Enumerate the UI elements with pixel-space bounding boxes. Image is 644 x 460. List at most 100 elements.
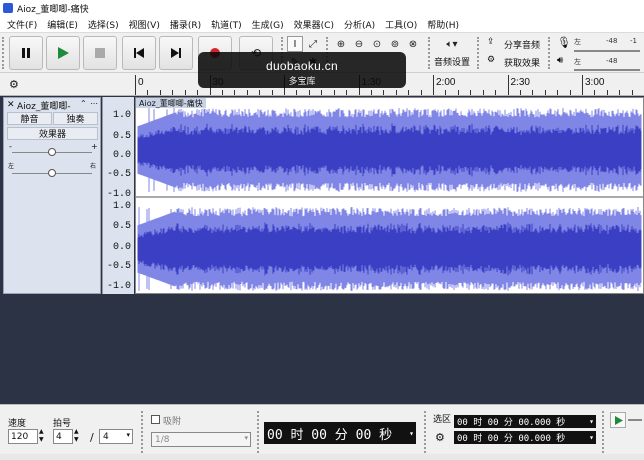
get-effects-button[interactable]: 获取效果	[504, 56, 540, 69]
meter-label: 拍号	[53, 419, 72, 429]
menu-select[interactable]: 选择(S)	[83, 18, 124, 31]
zoom-in-button[interactable]: ⊕	[333, 36, 349, 52]
selection-end-time[interactable]: 00 时 00 分 00.000 秒 ▾	[454, 431, 596, 444]
selection-start-time[interactable]: 00 时 00 分 00.000 秒 ▾	[454, 415, 596, 428]
ruler-major-tick	[433, 75, 434, 95]
audio-setup-label[interactable]: 音频设置	[434, 55, 470, 68]
record-meter-left-label: 左	[574, 38, 581, 46]
ruler-minor-tick	[172, 90, 174, 95]
zoom-in-icon: ⊕	[336, 38, 346, 50]
selection-toolbar: 速度 120 ▲ ▼ 拍号 4 ▲ ▼ / 4 ▾ 吸附 1/8 ▾ 00 时 00 分…	[0, 404, 644, 460]
zoom-out-button[interactable]: ⊖	[351, 36, 367, 52]
zoom-toggle-button[interactable]: ⊗	[405, 36, 421, 52]
menu-help[interactable]: 帮助(H)	[422, 18, 464, 31]
meter-denominator-select[interactable]: 4 ▾	[99, 429, 133, 444]
menu-file[interactable]: 文件(F)	[2, 18, 42, 31]
audio-setup-grip[interactable]	[428, 37, 432, 69]
play-at-speed-grip[interactable]	[602, 411, 606, 453]
waveform[interactable]	[136, 98, 643, 293]
track-effects-button[interactable]: 效果器	[7, 127, 98, 140]
envelope-tool-button[interactable]: ⤢	[305, 36, 321, 52]
ruler-major-tick	[582, 75, 583, 95]
tempo-value: 120	[11, 431, 29, 442]
watermark-text: duobaoku.cn	[265, 59, 339, 73]
toolbar-grip[interactable]	[2, 37, 6, 69]
play-at-speed-button[interactable]	[610, 412, 626, 428]
empty-track-area[interactable]	[0, 296, 644, 404]
ruler-minor-tick	[557, 90, 559, 95]
snap-select[interactable]: 1/8 ▾	[151, 432, 251, 447]
time-grip[interactable]	[257, 411, 261, 453]
play-meter-left-label: 左	[574, 58, 581, 66]
share-audio-button[interactable]: 分享音频	[504, 38, 540, 51]
tempo-stepper[interactable]: ▲ ▼	[39, 428, 44, 444]
close-track-icon[interactable]: ✕	[7, 100, 15, 110]
menu-transport[interactable]: 播录(R)	[165, 18, 206, 31]
ruler-minor-tick	[246, 90, 248, 95]
ruler-minor-tick	[631, 90, 633, 95]
skip-end-button[interactable]	[159, 36, 193, 70]
pause-icon	[22, 48, 30, 58]
stop-icon	[95, 48, 105, 58]
ruler-minor-tick	[221, 90, 223, 95]
selection-options-icon[interactable]: ⚙	[435, 431, 445, 444]
pause-button[interactable]	[9, 36, 43, 70]
scale-label: -1.0	[106, 281, 131, 292]
track-name-button[interactable]: Aioz_董唧唧-	[17, 99, 71, 112]
zoom-project-icon: ⊚	[390, 38, 400, 50]
speaker-icon: 🔈︎▾	[446, 38, 458, 50]
track-control-panel: ✕ Aioz_董唧唧- ⌃ ⋯ 静音 独奏 效果器 - + 左 右	[3, 97, 101, 294]
menu-tools[interactable]: 工具(O)	[380, 18, 422, 31]
cursor-i-icon: I	[293, 38, 297, 50]
audio-clip[interactable]: Aioz_董唧唧-痛快	[135, 97, 644, 294]
time-display[interactable]: 00 时 00 分 00 秒 ▾	[264, 422, 416, 444]
fit-selection-button[interactable]: ⊙	[369, 36, 385, 52]
play-speed-slider[interactable]	[628, 419, 642, 421]
clip-title[interactable]: Aioz_董唧唧-痛快	[136, 98, 206, 108]
gain-plus-label: +	[91, 142, 98, 151]
chevron-down-icon: ▾	[589, 433, 594, 442]
menu-edit[interactable]: 编辑(E)	[42, 18, 83, 31]
menu-generate[interactable]: 生成(G)	[247, 18, 289, 31]
vertical-scale[interactable]: 1.0 0.5 0.0 -0.5 -1.0 1.0 0.5 0.0 -0.5 -…	[102, 97, 134, 294]
timeline-options-icon[interactable]: ⚙	[9, 78, 19, 91]
record-meter-scale-1: -1	[630, 37, 637, 45]
zoom-fit-icon: ⊙	[372, 38, 382, 50]
ruler-minor-tick	[569, 90, 571, 95]
meter-grip[interactable]	[548, 37, 552, 69]
collapse-track-icon[interactable]: ⌃	[80, 99, 87, 108]
snap-value: 1/8	[155, 434, 170, 445]
track-menu-icon[interactable]: ⋯	[90, 99, 98, 108]
gain-slider-thumb[interactable]	[48, 148, 56, 156]
scale-label: -0.5	[106, 169, 131, 180]
selection-grip[interactable]	[424, 411, 428, 453]
snap-grip[interactable]	[141, 411, 145, 453]
selection-tool-button[interactable]: I	[287, 36, 303, 52]
snap-checkbox[interactable]	[151, 415, 160, 424]
fit-project-button[interactable]: ⊚	[387, 36, 403, 52]
play-meter-bar[interactable]	[574, 69, 640, 71]
tempo-input[interactable]: 120	[8, 429, 38, 444]
skip-start-button[interactable]	[122, 36, 156, 70]
audio-setup-button[interactable]: 🔈︎▾	[438, 36, 466, 52]
share-grip[interactable]	[477, 37, 481, 69]
menu-effects[interactable]: 效果器(C)	[289, 18, 339, 31]
speaker-meter-icon[interactable]: 🔊︎	[557, 55, 563, 66]
play-button[interactable]	[46, 36, 80, 70]
pan-slider-thumb[interactable]	[48, 169, 56, 177]
menu-analyze[interactable]: 分析(A)	[339, 18, 380, 31]
microphone-icon[interactable]: 🎙︎	[557, 36, 571, 49]
solo-button[interactable]: 独奏	[53, 112, 98, 125]
ruler-tick-label: 0	[138, 77, 144, 88]
ruler-minor-tick	[234, 90, 236, 95]
mute-button[interactable]: 静音	[7, 112, 52, 125]
ruler-tick-label: 3:00	[585, 77, 605, 88]
record-meter-bar[interactable]	[574, 50, 640, 52]
stop-button[interactable]	[83, 36, 117, 70]
pan-left-label: 左	[8, 163, 15, 170]
menu-view[interactable]: 视图(V)	[124, 18, 165, 31]
menu-tracks[interactable]: 轨道(T)	[206, 18, 247, 31]
meter-numerator-input[interactable]: 4	[53, 429, 73, 444]
meter-numerator-stepper[interactable]: ▲ ▼	[74, 428, 79, 444]
chevron-down-icon: ▾	[409, 428, 414, 438]
